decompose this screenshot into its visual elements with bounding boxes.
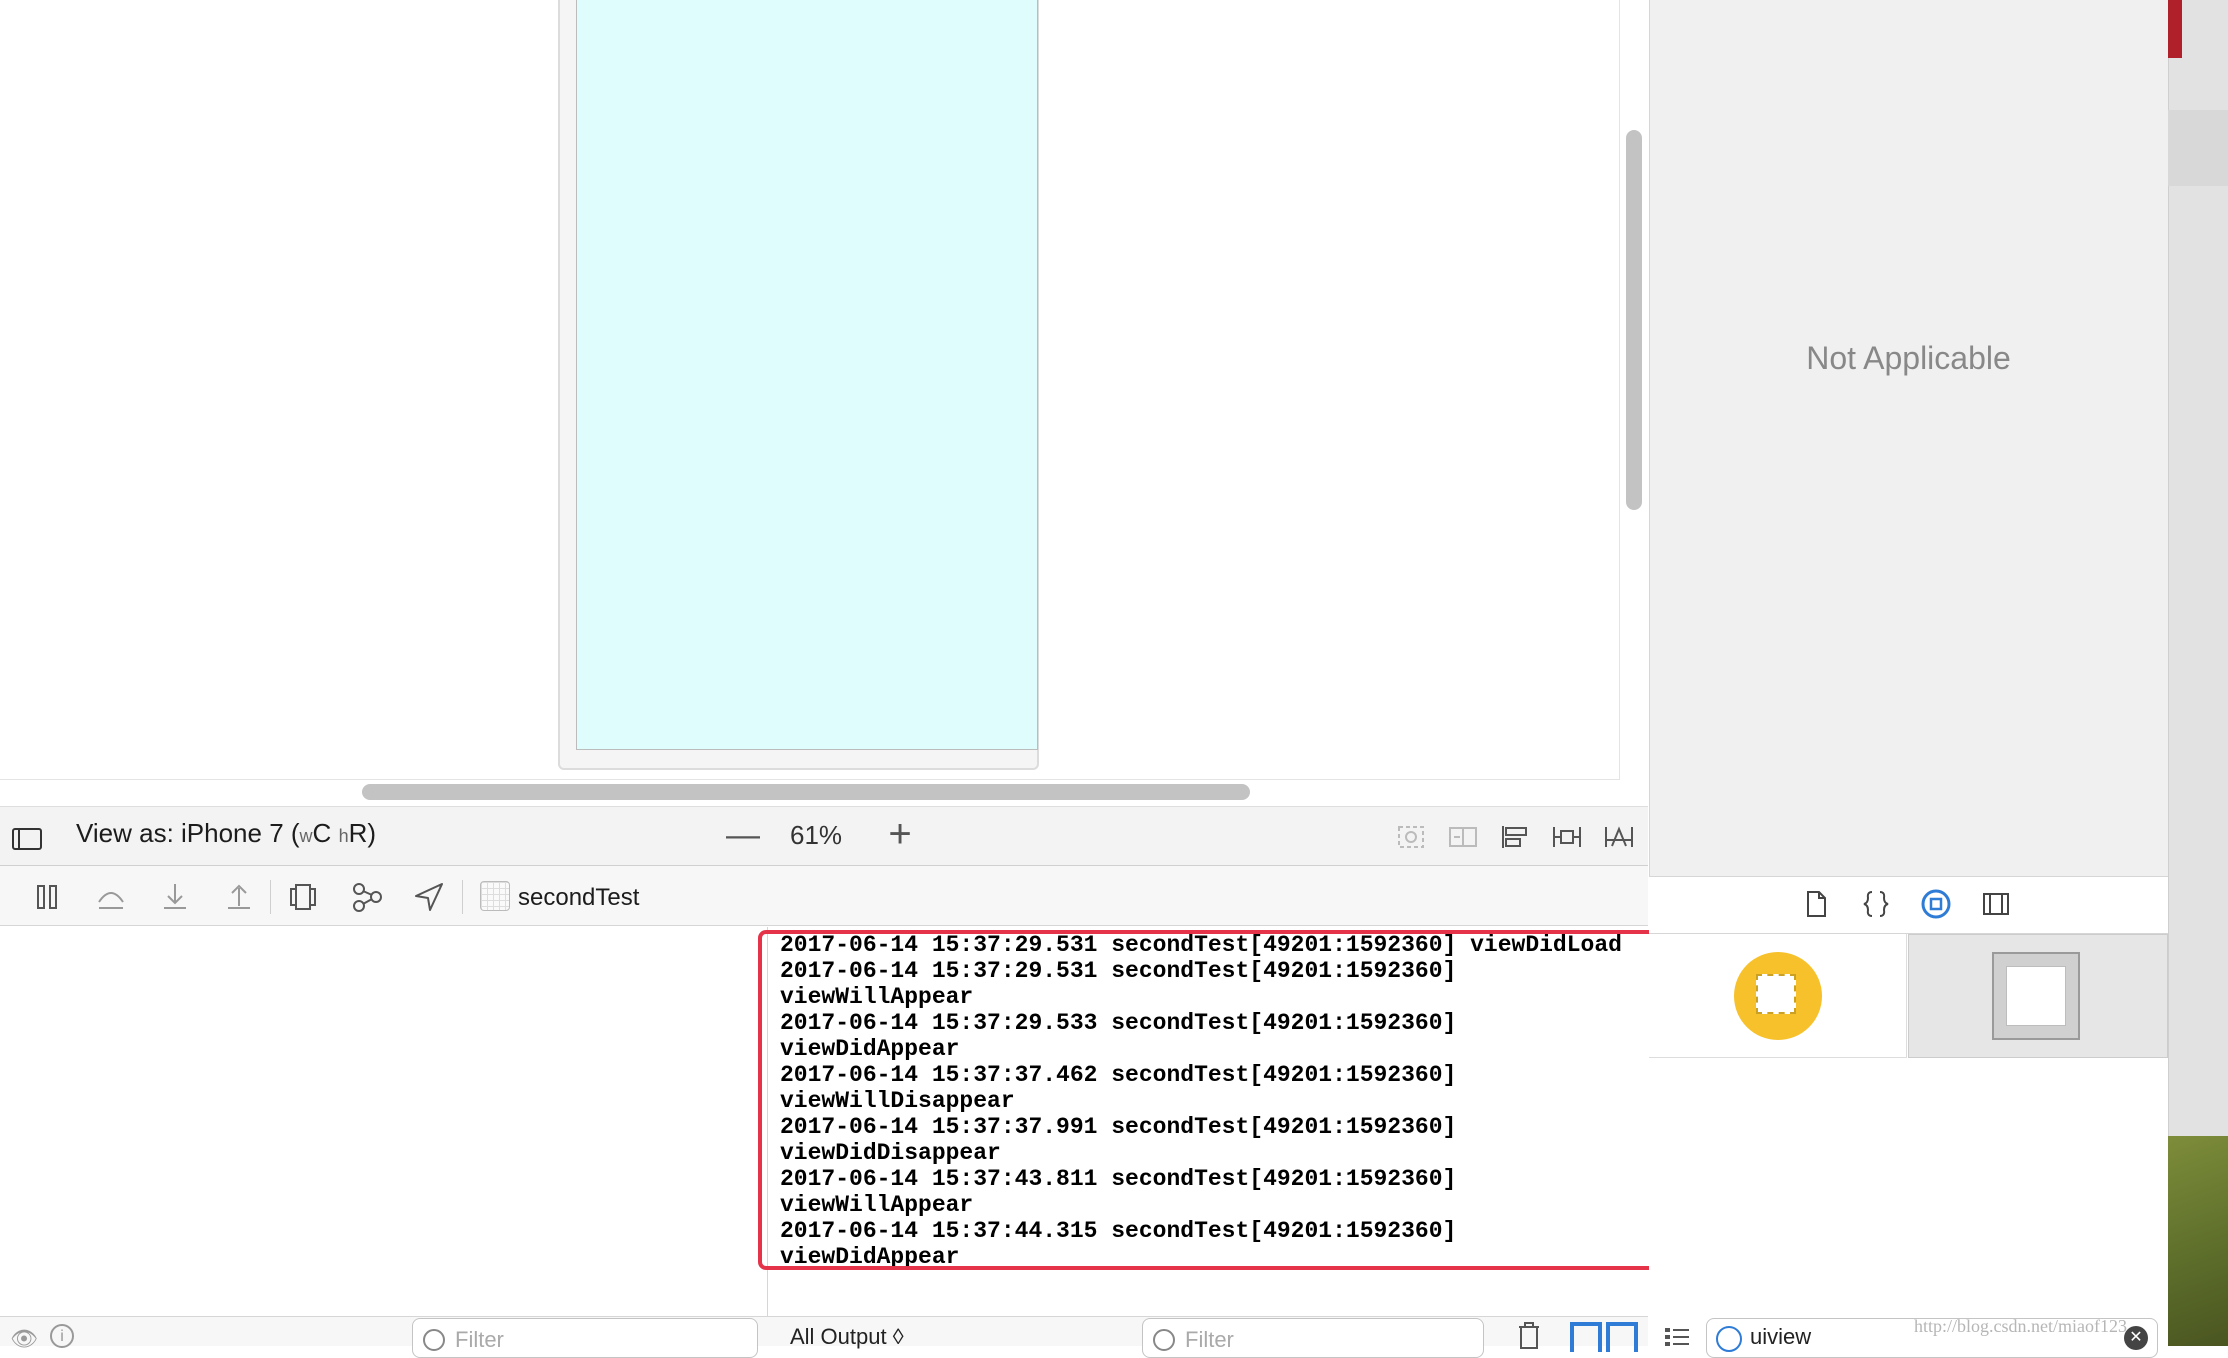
output-selector[interactable]: All Output ◊ xyxy=(790,1324,904,1350)
zoom-out-button[interactable]: — xyxy=(726,815,760,855)
document-outline-toggle-icon[interactable] xyxy=(12,828,42,850)
debug-bar-separator xyxy=(462,880,463,914)
filter-icon xyxy=(1153,1329,1175,1351)
embed-in-stack-icon[interactable] xyxy=(1448,824,1478,850)
update-frames-icon[interactable] xyxy=(1396,824,1426,850)
filter-icon xyxy=(1716,1326,1742,1352)
container-view-icon xyxy=(1992,952,2080,1040)
info-icon[interactable]: i xyxy=(50,1324,74,1348)
library-tab-bar xyxy=(1649,876,2168,934)
app-target-icon xyxy=(480,881,510,911)
desktop-window-edge xyxy=(2168,0,2182,58)
step-out-icon[interactable] xyxy=(222,880,256,914)
variables-filter-field[interactable]: Filter xyxy=(412,1318,758,1358)
pause-icon[interactable] xyxy=(30,880,64,914)
filter-icon xyxy=(423,1329,445,1351)
variables-filter-placeholder: Filter xyxy=(455,1327,504,1352)
align-icon[interactable] xyxy=(1500,824,1530,850)
inspector-empty-message: Not Applicable xyxy=(1806,340,2011,376)
view-as-label: View as: iPhone 7 ( xyxy=(76,818,300,848)
add-constraints-icon[interactable] xyxy=(1552,824,1582,850)
watermark: http://blog.csdn.net/miaof123 xyxy=(1914,1316,2127,1336)
zoom-level: 61% xyxy=(790,820,843,850)
show-console-icon[interactable] xyxy=(1606,1322,1638,1352)
code-snippet-icon[interactable] xyxy=(1860,888,1892,920)
close-paren: ) xyxy=(367,818,377,848)
show-variables-icon[interactable] xyxy=(1570,1322,1602,1352)
debug-target-label[interactable]: secondTest xyxy=(518,884,639,912)
vertical-scrollbar[interactable] xyxy=(1626,130,1642,510)
width-prefix: w xyxy=(299,826,313,846)
width-size-class: C xyxy=(312,818,332,848)
view-object-icon xyxy=(1734,952,1822,1040)
location-icon[interactable] xyxy=(412,880,446,914)
height-prefix: h xyxy=(338,826,349,846)
zoom-in-button[interactable]: + xyxy=(880,812,920,856)
horizontal-scrollbar[interactable] xyxy=(362,784,1250,800)
library-filter-text[interactable]: uiview xyxy=(1750,1324,1811,1350)
desktop-wallpaper xyxy=(2168,1136,2228,1346)
step-over-icon[interactable] xyxy=(94,880,128,914)
media-library-icon[interactable] xyxy=(1980,888,2012,920)
list-view-icon[interactable] xyxy=(1664,1326,1690,1346)
eye-icon[interactable]: 👁 xyxy=(10,1326,38,1352)
step-into-icon[interactable] xyxy=(158,880,192,914)
console-filter-field[interactable]: Filter xyxy=(1142,1318,1484,1358)
object-library-icon[interactable] xyxy=(1920,888,1952,920)
clear-filter-icon[interactable]: ✕ xyxy=(2124,1326,2148,1350)
resolve-issues-icon[interactable] xyxy=(1604,824,1634,850)
file-template-icon[interactable] xyxy=(1800,888,1832,920)
console-filter-placeholder: Filter xyxy=(1185,1327,1234,1352)
highlight-annotation xyxy=(758,930,1800,1270)
variables-view[interactable] xyxy=(0,927,768,1346)
view-debugger-icon[interactable] xyxy=(286,880,320,914)
desktop-window-edge xyxy=(2168,110,2228,186)
debug-bar-separator xyxy=(270,880,271,914)
memory-graph-icon[interactable] xyxy=(350,880,384,914)
view-controller-screen[interactable] xyxy=(576,0,1038,750)
height-size-class: R xyxy=(348,818,368,848)
inspector-pane xyxy=(1649,0,2168,876)
view-as-button[interactable]: View as: iPhone 7 (wC hR) xyxy=(76,818,376,849)
